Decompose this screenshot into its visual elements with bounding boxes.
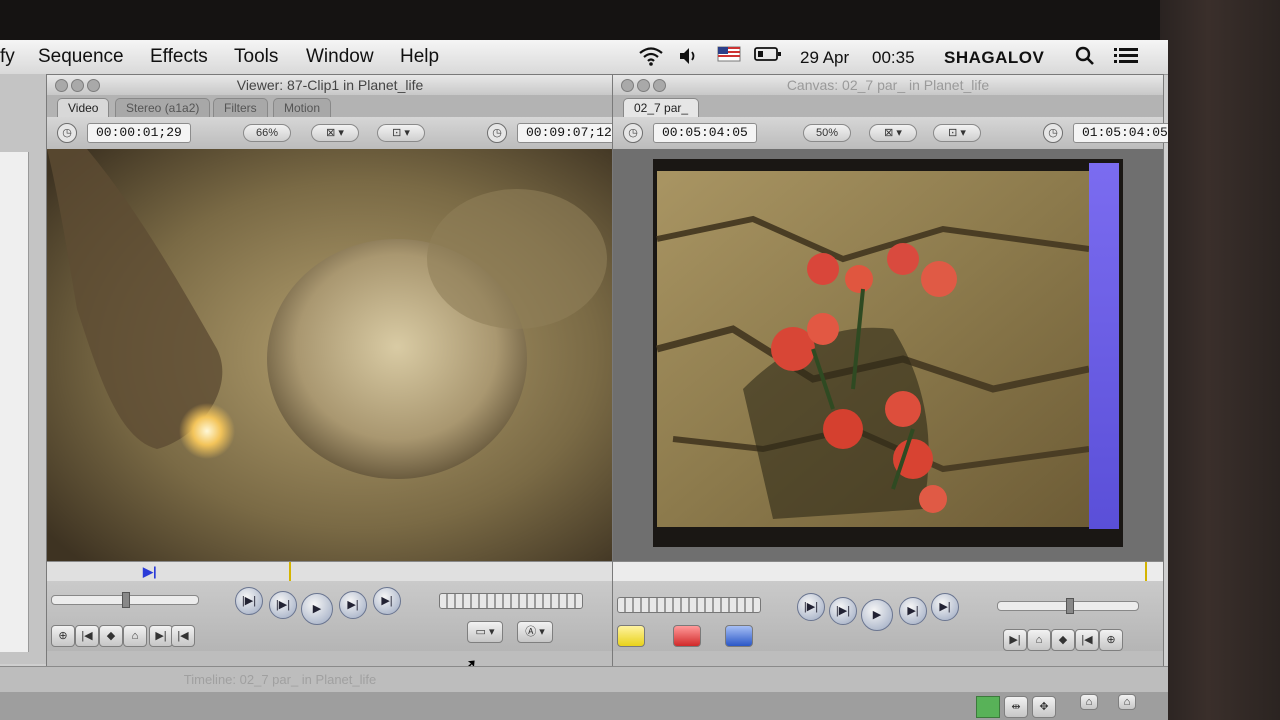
menu-window[interactable]: Window [306, 46, 374, 68]
wifi-icon[interactable] [638, 45, 664, 69]
bottom-toolbar: ⇹ ✥ ⌂ ⌂ [0, 692, 1168, 720]
play-every-frame-button[interactable]: ▶| [931, 593, 959, 621]
generator-popup[interactable]: Ⓐ ▾ [517, 621, 553, 643]
add-marker-button[interactable]: ⌂ [123, 625, 147, 647]
menu-tools[interactable]: Tools [234, 46, 278, 68]
canvas-shuttle-control[interactable] [617, 597, 761, 613]
canvas-playhead[interactable] [1145, 562, 1147, 582]
canvas-window: Canvas: 02_7 par_ in Planet_life 02_7 pa… [612, 74, 1168, 668]
viewer-frame-image [47, 149, 613, 561]
viewer-duration-timecode[interactable]: 00:00:01;29 [87, 123, 191, 143]
menubar-time: 00:35 [872, 48, 915, 67]
flag-icon[interactable] [716, 45, 742, 69]
viewer-overlay-popup[interactable]: ⊡ ▾ [377, 124, 425, 142]
duration-clock-icon: ◷ [57, 123, 77, 143]
browser-list-area [0, 152, 29, 652]
viewer-jog-control[interactable] [51, 592, 199, 608]
browser-window-edge [0, 74, 47, 664]
list-icon[interactable] [1112, 45, 1138, 69]
mark-in-button[interactable]: ▶| [149, 625, 173, 647]
canvas-titlebar[interactable]: Canvas: 02_7 par_ in Planet_life [613, 75, 1163, 96]
match-frame-button[interactable]: ⊕ [51, 625, 75, 647]
mark-out-button[interactable]: |◀ [1075, 629, 1099, 651]
tab-sequence[interactable]: 02_7 par_ [623, 98, 700, 117]
canvas-tabs: 02_7 par_ [613, 95, 1163, 117]
canvas-control-bar: ◷ 00:05:04:05 50% ⊠ ▾ ⊡ ▾ ◷ 01:05:04:05 [613, 117, 1168, 150]
mark-out-button[interactable]: |◀ [171, 625, 195, 647]
add-keyframe-button[interactable]: ◆ [99, 625, 123, 647]
play-button[interactable]: ▶ [861, 599, 893, 631]
timeline-window-titlebar[interactable]: Timeline: 02_7 par_ in Planet_life [0, 666, 1168, 693]
canvas-zoom-popup[interactable]: 50% [803, 124, 851, 142]
current-time-clock-icon: ◷ [487, 123, 507, 143]
menu-modify[interactable]: fy [0, 46, 15, 68]
volume-icon[interactable] [676, 45, 702, 69]
menu-bar: fy Sequence Effects Tools Window Help 29… [0, 40, 1168, 75]
viewer-view-popup[interactable]: ⊠ ▾ [311, 124, 359, 142]
device-bezel-top [0, 0, 1280, 42]
canvas-duration-timecode[interactable]: 00:05:04:05 [653, 123, 757, 143]
play-button[interactable]: ▶ [301, 593, 333, 625]
insert-edit-button[interactable] [725, 625, 753, 647]
canvas-scrubber-bar[interactable] [613, 561, 1163, 583]
viewer-titlebar[interactable]: Viewer: 87-Clip1 in Planet_life [47, 75, 613, 96]
mark-in-button[interactable]: ▶| [1003, 629, 1027, 651]
tool-roll-icon[interactable]: ✥ [1032, 696, 1056, 718]
screen: fy Sequence Effects Tools Window Help 29… [0, 40, 1168, 720]
play-around-button[interactable]: |▶| [829, 597, 857, 625]
play-to-out-button[interactable]: ▶| [339, 591, 367, 619]
current-time-clock-icon: ◷ [1043, 123, 1063, 143]
tool-selection-icon[interactable] [976, 696, 1000, 718]
mark-clip-button[interactable]: |◀ [75, 625, 99, 647]
viewer-transport: |▶| |▶| ▶ ▶| ▶| ⊕ |◀ ◆ ⌂ ▶| |◀ ▭ ▾ Ⓐ ▾ [47, 581, 613, 651]
viewer-playhead[interactable] [289, 562, 291, 582]
canvas-title: Canvas: 02_7 par_ in Planet_life [786, 77, 990, 93]
tab-filters[interactable]: Filters [213, 98, 268, 117]
viewer-current-timecode[interactable]: 00:09:07;12 [517, 123, 621, 143]
viewer-shuttle-control[interactable] [439, 593, 583, 609]
tab-video[interactable]: Video [57, 98, 110, 117]
lock-icon[interactable]: ⌂ [1080, 694, 1098, 710]
viewer-title: Viewer: 87-Clip1 in Planet_life [236, 77, 424, 93]
in-out-marker-icon[interactable]: ▶|◀ [143, 564, 161, 595]
tab-stereo[interactable]: Stereo (a1a2) [115, 98, 211, 117]
menu-effects[interactable]: Effects [150, 46, 208, 68]
canvas-jog-control[interactable] [997, 598, 1139, 614]
canvas-transport: |▶| |▶| ▶ ▶| ▶| ▶| ⌂ ◆ |◀ ⊕ [613, 581, 1163, 651]
viewer-tabs: Video Stereo (a1a2) Filters Motion [47, 95, 613, 117]
menu-help[interactable]: Help [400, 46, 439, 68]
play-around-button[interactable]: |▶| [269, 591, 297, 619]
timeline-title: Timeline: 02_7 par_ in Planet_life [183, 672, 377, 687]
play-every-frame-button[interactable]: ▶| [373, 587, 401, 615]
menu-sequence[interactable]: Sequence [38, 46, 124, 68]
tool-track-icon[interactable]: ⇹ [1004, 696, 1028, 718]
recent-clips-popup[interactable]: ▭ ▾ [467, 621, 503, 643]
tab-motion[interactable]: Motion [273, 98, 332, 117]
viewer-window: Viewer: 87-Clip1 in Planet_life Video St… [46, 74, 621, 677]
canvas-view-popup[interactable]: ⊠ ▾ [869, 124, 917, 142]
play-to-out-button[interactable]: ▶| [899, 597, 927, 625]
match-frame-button[interactable]: ⊕ [1099, 629, 1123, 651]
viewer-video-frame[interactable] [47, 149, 613, 561]
canvas-overlay-popup[interactable]: ⊡ ▾ [933, 124, 981, 142]
duration-clock-icon: ◷ [623, 123, 643, 143]
lock-icon[interactable]: ⌂ [1118, 694, 1136, 710]
menubar-user[interactable]: SHAGALOV [944, 48, 1044, 68]
replace-edit-button[interactable] [673, 625, 701, 647]
viewer-zoom-popup[interactable]: 66% [243, 124, 291, 142]
overwrite-edit-button[interactable] [617, 625, 645, 647]
canvas-current-timecode[interactable]: 01:05:04:05 [1073, 123, 1168, 143]
play-in-to-out-button[interactable]: |▶| [797, 593, 825, 621]
menubar-date: 29 Apr [800, 48, 850, 67]
battery-icon[interactable] [754, 45, 781, 69]
play-in-to-out-button[interactable]: |▶| [235, 587, 263, 615]
canvas-frame-image[interactable] [613, 149, 1163, 561]
viewer-control-bar: ◷ 00:00:01;29 66% ⊠ ▾ ⊡ ▾ ◷ 00:09:07;12 [47, 117, 621, 150]
viewer-scrubber-bar[interactable]: ▶|◀ [47, 561, 613, 595]
search-icon[interactable] [1072, 45, 1098, 69]
device-bezel-right [1160, 0, 1280, 720]
add-marker-button[interactable]: ⌂ [1027, 629, 1051, 651]
add-keyframe-button[interactable]: ◆ [1051, 629, 1075, 651]
canvas-frame-area [613, 149, 1163, 561]
